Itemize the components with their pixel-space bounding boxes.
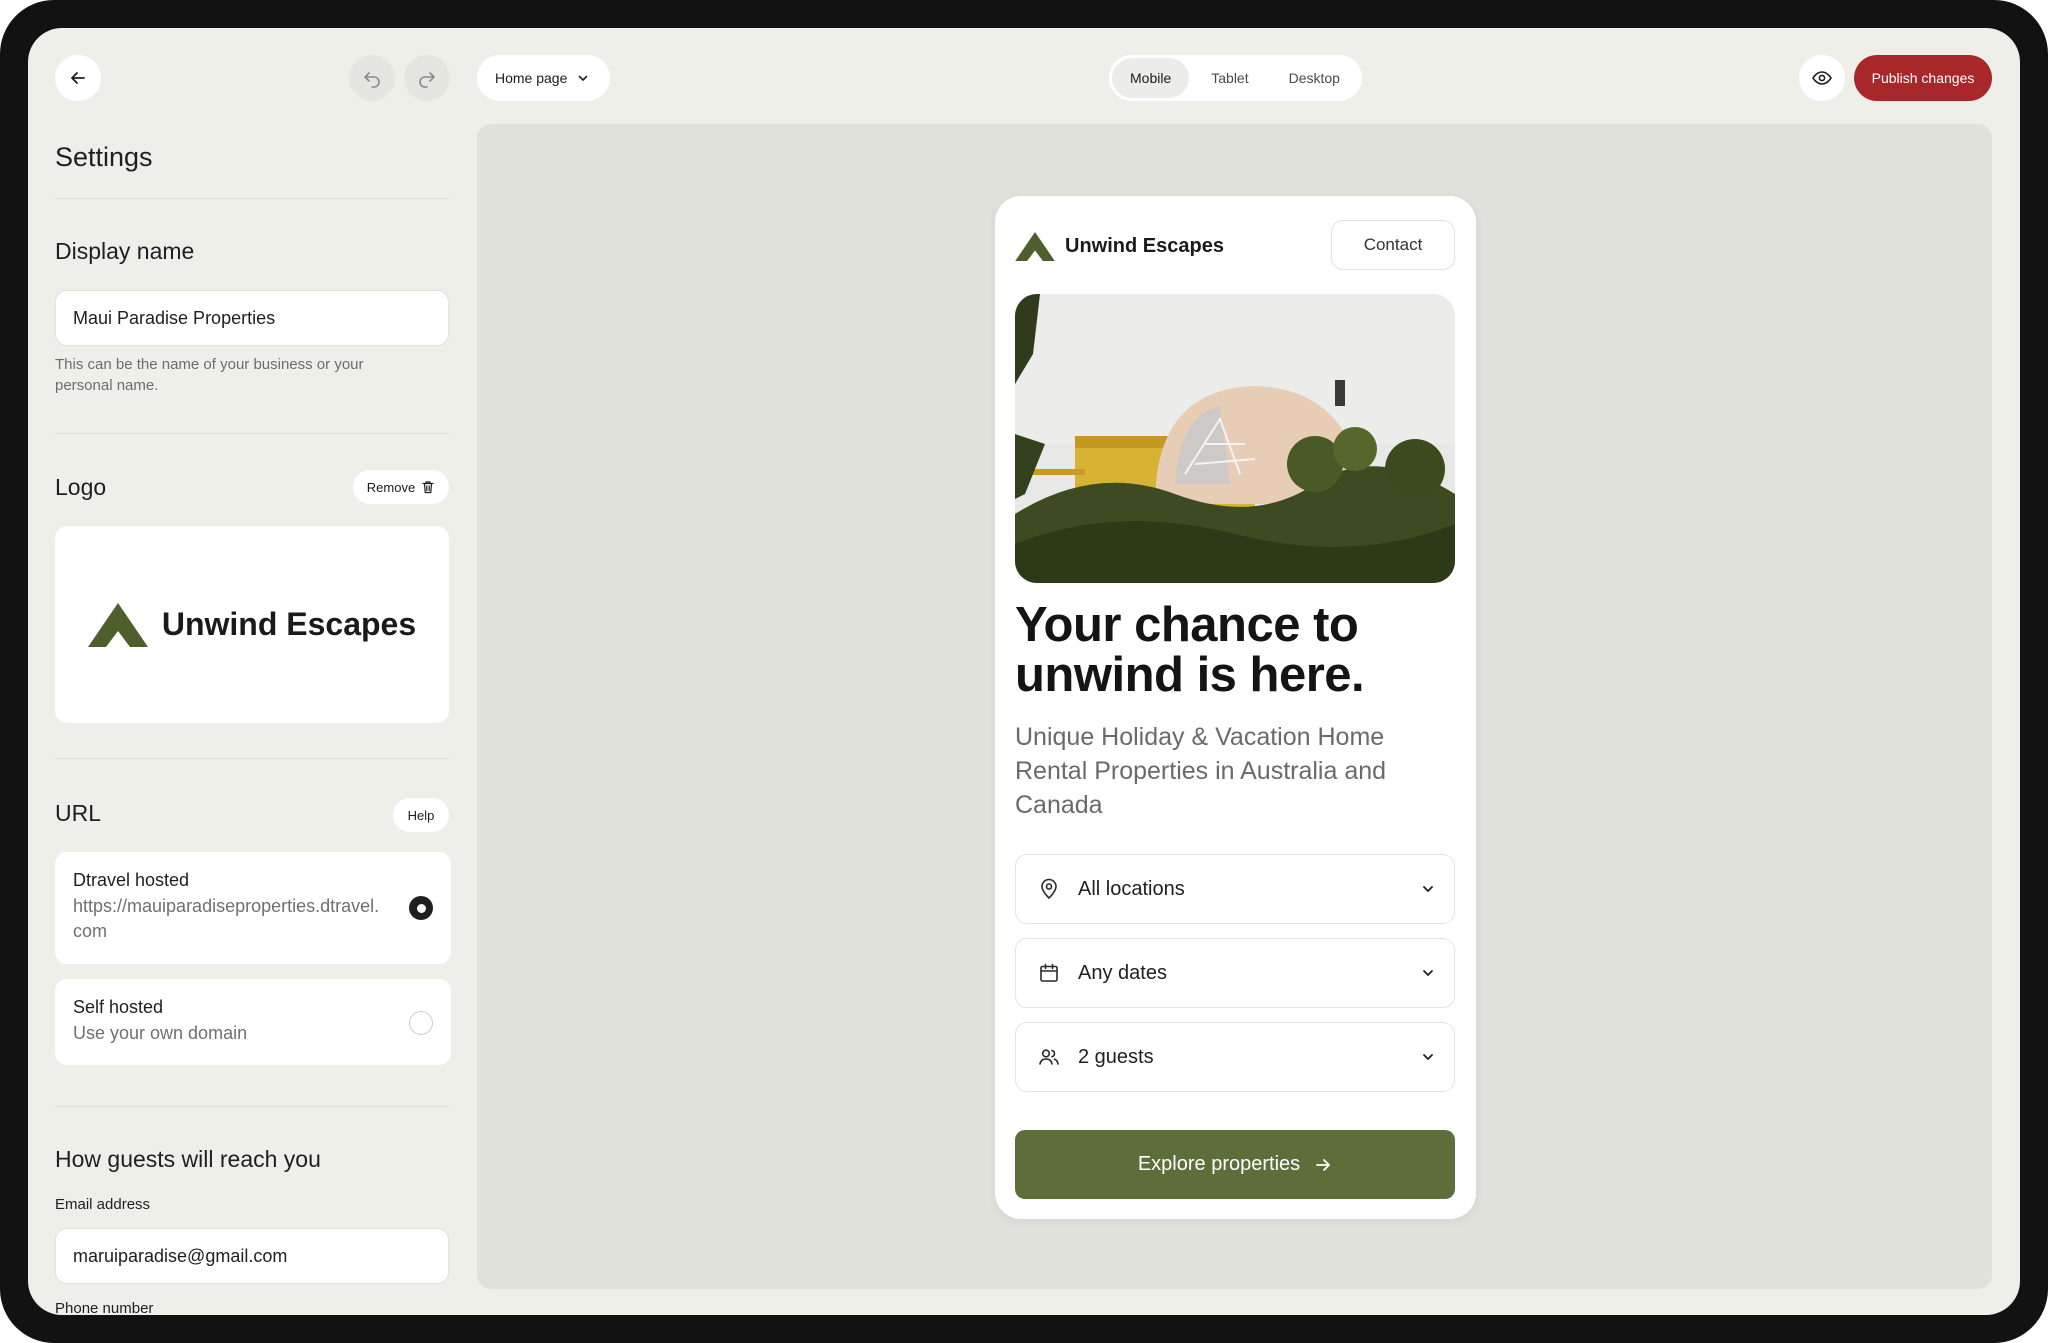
guests-select[interactable]: 2 guests (1015, 1022, 1455, 1092)
url-option-title: Self hosted (73, 997, 164, 1017)
hero-image (1015, 294, 1455, 583)
undo-button[interactable] (349, 55, 395, 101)
preview-subtitle: Unique Holiday & Vacation Home Rental Pr… (1015, 723, 1387, 819)
guests-label: 2 guests (1078, 1045, 1154, 1068)
phone-label: Phone number (55, 1300, 154, 1315)
url-heading: URL (55, 800, 102, 826)
email-input[interactable]: maruiparadise@gmail.com (55, 1228, 449, 1284)
explore-label: Explore properties (1137, 1153, 1301, 1175)
url-option-dtravel[interactable]: Dtravel hosted https://mauiparadiseprope… (55, 852, 451, 964)
explore-properties-button[interactable]: Explore properties (1015, 1130, 1455, 1199)
logo-brand-text: Unwind Escapes (161, 606, 417, 642)
location-select[interactable]: All locations (1015, 854, 1455, 924)
email-label: Email address (55, 1196, 151, 1213)
display-name-help-line2: personal name. (55, 377, 159, 394)
url-option-desc: Use your own domain (73, 1023, 248, 1043)
view-tab-mobile[interactable]: Mobile (1112, 58, 1190, 98)
undo-icon (364, 72, 380, 88)
chevron-down-icon (579, 75, 588, 81)
page-select-label: Home page (495, 70, 568, 86)
logo-preview[interactable]: Unwind Escapes (55, 526, 449, 723)
divider (55, 1106, 449, 1107)
headline-line1: Your chance to (1015, 598, 1359, 652)
url-option-title: Dtravel hosted (73, 870, 190, 890)
display-name-heading: Display name (55, 238, 195, 264)
remove-logo-button[interactable]: Remove (353, 470, 449, 504)
display-name-input[interactable]: Maui Paradise Properties (55, 290, 449, 346)
url-help-button[interactable]: Help (393, 798, 449, 832)
display-name-help: This can be the name of your business or… (55, 354, 449, 396)
chevron-down-icon (1423, 1054, 1433, 1060)
preview-brand-name: Unwind Escapes (1065, 235, 1224, 257)
remove-logo-label: Remove (366, 479, 416, 495)
device-frame: Home page Mobile Tablet Desktop Publish … (0, 0, 2048, 1343)
contact-button[interactable]: Contact (1331, 220, 1455, 270)
view-switcher: Mobile Tablet Desktop (1109, 55, 1362, 101)
trash-icon (422, 481, 434, 494)
radio-selected[interactable] (409, 896, 433, 920)
view-tab-tablet[interactable]: Tablet (1193, 58, 1266, 98)
chevron-down-icon (1423, 886, 1433, 892)
reach-heading: How guests will reach you (55, 1146, 321, 1172)
location-label: All locations (1078, 877, 1185, 900)
preview-button[interactable] (1799, 55, 1845, 101)
url-desc-line1: https://mauiparadiseproperties.dtravel. (73, 896, 380, 916)
eye-icon (1812, 71, 1832, 85)
url-option-self-hosted[interactable]: Self hosted Use your own domain (55, 979, 451, 1065)
brand-mountain-icon (87, 602, 148, 647)
preview-brand[interactable]: Unwind Escapes (1015, 232, 1224, 261)
publish-button[interactable]: Publish changes (1854, 55, 1992, 101)
arrow-left-icon (71, 72, 85, 84)
mobile-preview: Unwind Escapes Contact Your chance to un… (995, 196, 1476, 1219)
app-screen: Home page Mobile Tablet Desktop Publish … (28, 28, 2020, 1315)
preview-headline: Your chance to unwind is here. (1015, 600, 1455, 700)
divider (55, 758, 449, 759)
dome-photo (1015, 294, 1455, 583)
url-desc-line2: com (73, 921, 108, 941)
divider (55, 433, 449, 434)
headline-line2: unwind is here. (1015, 648, 1365, 702)
users-icon (1039, 1049, 1059, 1065)
dates-select[interactable]: Any dates (1015, 938, 1455, 1008)
back-button[interactable] (55, 55, 101, 101)
page-select[interactable]: Home page (477, 55, 610, 101)
display-name-help-line1: This can be the name of your business or… (55, 356, 364, 373)
calendar-icon (1040, 963, 1058, 982)
redo-button[interactable] (404, 55, 450, 101)
dates-label: Any dates (1078, 961, 1167, 984)
chevron-down-icon (1423, 970, 1433, 976)
divider (55, 198, 449, 199)
radio-unselected[interactable] (409, 1011, 433, 1035)
arrow-right-icon (1316, 1158, 1331, 1171)
view-tab-desktop[interactable]: Desktop (1271, 58, 1358, 98)
redo-icon (419, 72, 435, 88)
url-option-desc: https://mauiparadiseproperties.dtravel. … (73, 894, 433, 944)
brand-mountain-icon (1015, 232, 1055, 261)
map-pin-icon (1041, 878, 1057, 900)
settings-title: Settings (55, 142, 153, 172)
